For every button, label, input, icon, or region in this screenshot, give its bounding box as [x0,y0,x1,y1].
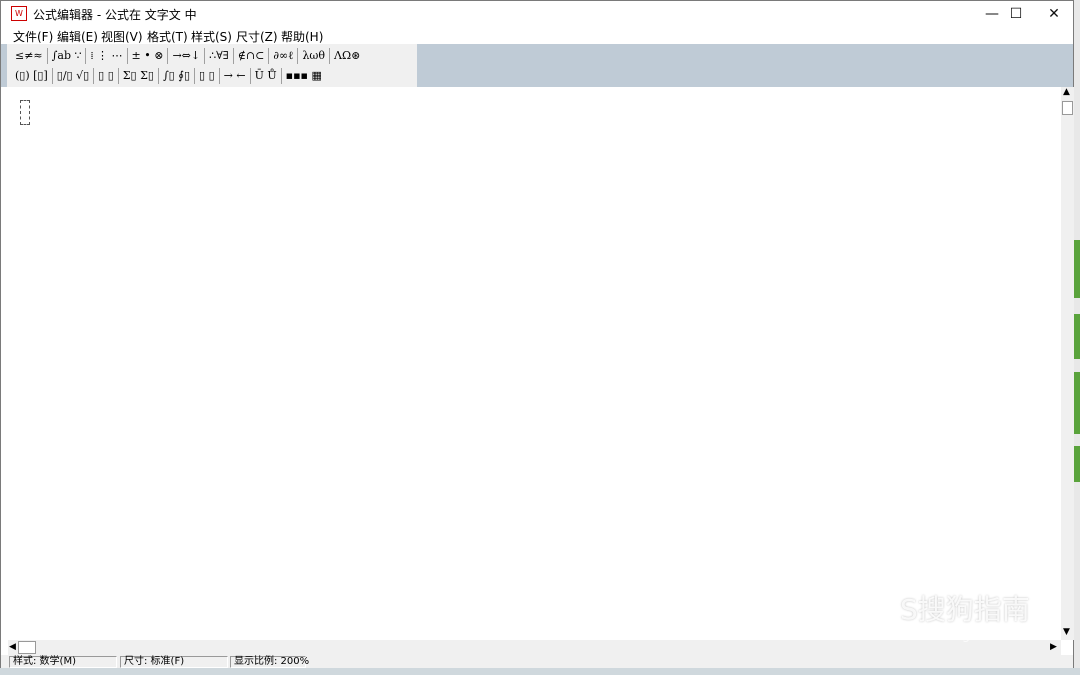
background-green-bar [1074,446,1080,482]
fence-templates-palette[interactable]: (▯) [▯] [11,68,53,84]
arrow-symbols-palette[interactable]: →⇔↓ [168,48,206,64]
empty-equation-slot[interactable] [20,100,30,125]
underbar-overbar-palette[interactable]: ▯ ▯ [195,68,220,84]
watermark-text: S搜狗指南 [900,593,1030,626]
operator-symbols-palette[interactable]: ± • ⊗ [128,48,169,64]
status-zoom: 显示比例: 200% [230,656,309,668]
subscript-superscript-palette[interactable]: ▯ ▯ [94,68,119,84]
menu-edit[interactable]: 编辑(E) [57,28,98,45]
equation-editor-window: W 公式编辑器 - 公式在 文字文 中 — ☐ ✕ 文件(F) 编辑(E) 视图… [0,0,1074,668]
symbol-palette: ≤≠≈ ∫ab ∵ ⁞ ⋮ ⋯ ± • ⊗ →⇔↓ ∴∀∃ ∉∩⊂ ∂∞ℓ λω… [7,44,417,87]
symbol-row: ≤≠≈ ∫ab ∵ ⁞ ⋮ ⋯ ± • ⊗ →⇔↓ ∴∀∃ ∉∩⊂ ∂∞ℓ λω… [11,46,364,66]
close-button[interactable]: ✕ [1031,1,1077,26]
menu-file[interactable]: 文件(F) [13,28,53,45]
background-green-bar [1074,240,1080,298]
labeled-arrow-palette[interactable]: → ← [220,68,251,84]
products-set-theory-palette[interactable]: Ū Ů [251,68,282,84]
vertical-scroll-thumb[interactable] [1062,101,1073,115]
scroll-right-arrow-icon[interactable]: ▶ [1050,642,1057,652]
scroll-left-arrow-icon[interactable]: ◀ [9,642,16,652]
integral-templates-palette[interactable]: ∫▯ ∮▯ [159,68,196,84]
greek-lowercase-palette[interactable]: λωθ [298,48,331,64]
logical-symbols-palette[interactable]: ∴∀∃ [205,48,234,64]
scroll-up-arrow-icon[interactable]: ▲ [1063,87,1070,97]
spaces-ellipses-palette[interactable]: ∫ab ∵ [48,48,87,64]
menu-format[interactable]: 格式(T) [147,28,188,45]
matrix-templates-palette[interactable]: ▪▪▪ ▦ [282,68,326,84]
menu-size[interactable]: 尺寸(Z) [236,28,278,45]
status-bar: 样式: 数学(M) 尺寸: 标准(F) 显示比例: 200% [1,655,1073,668]
template-row: (▯) [▯] ▯/▯ √▯ ▯ ▯ Σ▯ Σ▯ ∫▯ ∮▯ ▯ ▯ → ← Ū… [11,66,326,86]
menu-bar: 文件(F) 编辑(E) 视图(V) 格式(T) 样式(S) 尺寸(Z) 帮助(H… [1,26,1073,44]
vertical-scrollbar[interactable]: ▲ ▼ [1061,87,1074,640]
background-green-bar [1074,314,1080,359]
window-title: 公式编辑器 - 公式在 文字文 中 [33,8,197,22]
background-green-bar [1074,372,1080,434]
menu-help[interactable]: 帮助(H) [281,28,323,45]
fraction-radical-palette[interactable]: ▯/▯ √▯ [53,68,95,84]
embellishments-palette[interactable]: ⁞ ⋮ ⋯ [86,48,128,64]
scroll-down-arrow-icon[interactable]: ▼ [1063,627,1070,637]
menu-view[interactable]: 视图(V) [101,28,143,45]
summation-templates-palette[interactable]: Σ▯ Σ▯ [119,68,159,84]
taskbar-edge [0,668,1080,675]
greek-uppercase-palette[interactable]: ΛΩ⊛ [330,48,364,64]
equation-canvas[interactable] [8,87,1061,640]
title-bar[interactable]: W 公式编辑器 - 公式在 文字文 中 — ☐ ✕ [1,1,1073,26]
misc-symbols-palette[interactable]: ∂∞ℓ [269,48,299,64]
status-style: 样式: 数学(M) [9,656,117,668]
menu-style[interactable]: 样式(S) [191,28,232,45]
watermark-url: zhinan.sogou.com [900,628,1019,643]
set-theory-palette[interactable]: ∉∩⊂ [234,48,270,64]
horizontal-scroll-thumb[interactable] [18,641,36,654]
toolbar-area: ≤≠≈ ∫ab ∵ ⁞ ⋮ ⋯ ± • ⊗ →⇔↓ ∴∀∃ ∉∩⊂ ∂∞ℓ λω… [1,44,1073,87]
status-size: 尺寸: 标准(F) [120,656,228,668]
relational-symbols-palette[interactable]: ≤≠≈ [11,48,48,64]
app-icon: W [11,6,27,21]
